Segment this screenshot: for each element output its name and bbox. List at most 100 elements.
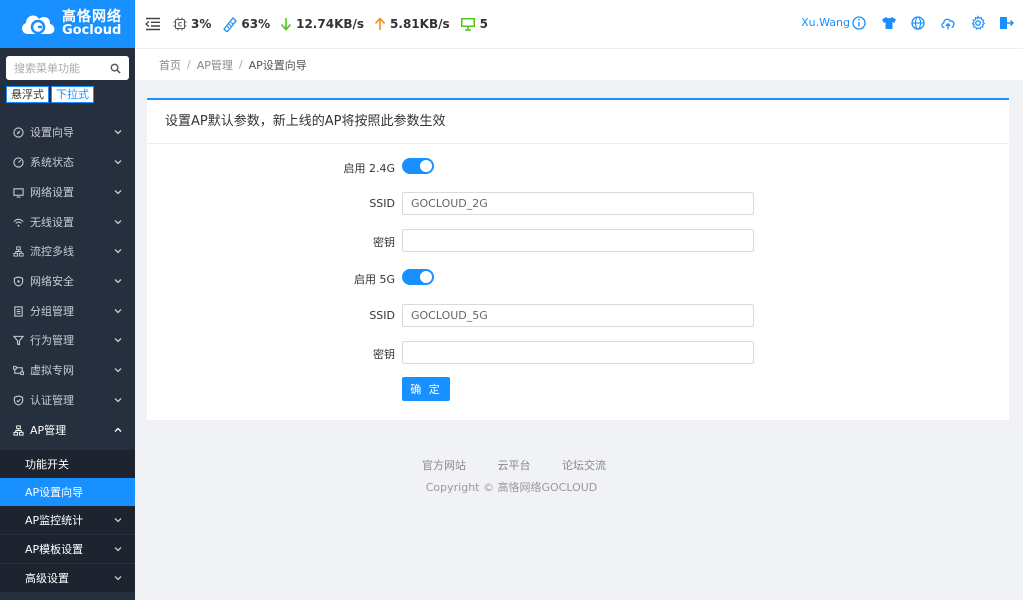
breadcrumb: 首页 / AP管理 / AP设置向导	[135, 48, 1023, 80]
menu-mode-switch: 悬浮式 下拉式	[6, 86, 135, 103]
sidebar-item-group-management[interactable]: 分组管理	[0, 296, 135, 326]
sidebar-item-system-status[interactable]: 系统状态	[0, 147, 135, 177]
breadcrumb-home[interactable]: 首页	[159, 57, 181, 73]
footer-links: 官方网站 云平台 论坛交流	[135, 457, 893, 473]
sitemap-icon	[12, 424, 24, 436]
sidebar-item-behavior-management[interactable]: 行为管理	[0, 325, 135, 355]
toggle-knob	[420, 271, 432, 283]
chevron-up-icon	[114, 427, 122, 432]
mode-dropdown[interactable]: 下拉式	[51, 86, 94, 103]
tshirt-icon[interactable]	[881, 15, 897, 31]
footer-link-forum[interactable]: 论坛交流	[562, 459, 606, 472]
sidebar-item-label: 无线设置	[30, 216, 74, 229]
sidebar-subitem-advanced[interactable]: 高级设置	[0, 564, 135, 592]
sidebar-item-label: 设置向导	[30, 126, 74, 139]
key-24g-input[interactable]	[402, 229, 754, 252]
search-icon[interactable]	[110, 63, 121, 74]
cpu-icon: C	[173, 17, 187, 31]
confirm-button[interactable]: 确 定	[402, 377, 450, 401]
memory-value: 63%	[241, 17, 271, 31]
sidebar-item-ap-management[interactable]: AP管理	[0, 415, 135, 445]
cpu-usage: C 3%	[173, 17, 211, 31]
breadcrumb-separator: /	[238, 58, 243, 71]
chevron-down-icon	[114, 249, 122, 254]
brand-logo[interactable]: 高恪网络 Gocloud	[0, 0, 135, 48]
sidebar-subitem-ap-template[interactable]: AP模板设置	[0, 535, 135, 563]
terminal-value: 5	[479, 17, 488, 31]
sidebar-subitem-ap-monitor[interactable]: AP监控统计	[0, 506, 135, 534]
sidebar-item-label: 网络设置	[30, 186, 74, 199]
ssid-5g-input[interactable]	[402, 304, 754, 327]
memory-usage: 63%	[221, 16, 270, 32]
chevron-down-icon	[114, 368, 122, 373]
sidebar-item-label: 系统状态	[30, 156, 74, 169]
breadcrumb-separator: /	[187, 58, 191, 71]
chevron-down-icon	[114, 576, 122, 581]
mode-floating[interactable]: 悬浮式	[6, 86, 49, 103]
gocloud-logo-icon	[22, 15, 55, 35]
cloud-upload-icon[interactable]	[940, 15, 956, 31]
sidebar-item-wireless[interactable]: 无线设置	[0, 207, 135, 237]
sidebar-item-flow-control[interactable]: 流控多线	[0, 236, 135, 266]
chevron-down-icon	[114, 518, 122, 523]
monitor-icon	[460, 18, 475, 31]
footer-link-official-site[interactable]: 官方网站	[422, 459, 466, 472]
sidebar-item-auth-management[interactable]: 认证管理	[0, 385, 135, 415]
chevron-down-icon	[114, 130, 122, 135]
sidebar-subitem-function-switch[interactable]: 功能开关	[0, 450, 135, 478]
sidebar-item-label: 分组管理	[30, 305, 74, 318]
shield-icon	[12, 275, 24, 287]
filter-icon	[12, 334, 24, 346]
menu-collapse-icon[interactable]	[145, 17, 161, 31]
arrow-down-icon	[281, 18, 292, 31]
upload-value: 5.81KB/s	[390, 17, 450, 31]
enable-5g-toggle[interactable]	[402, 269, 434, 285]
sidebar-item-vpn[interactable]: 虚拟专网	[0, 355, 135, 385]
user-name[interactable]: Xu.Wang	[801, 16, 850, 29]
logout-icon[interactable]	[998, 15, 1014, 31]
ap-default-settings-card: 设置AP默认参数，新上线的AP将按照此参数生效 启用 2.4G SSID 密钥 …	[147, 98, 1009, 420]
chevron-down-icon	[114, 309, 122, 314]
sidebar-subitem-ap-wizard[interactable]: AP设置向导	[0, 478, 135, 506]
menu-search-input[interactable]	[14, 61, 104, 75]
arrow-up-icon	[374, 17, 386, 30]
sidebar-item-label: 行为管理	[30, 334, 74, 347]
compass-icon	[12, 126, 24, 138]
chevron-down-icon	[114, 547, 122, 552]
chevron-down-icon	[114, 338, 122, 343]
chevron-down-icon	[114, 220, 122, 225]
memory-icon	[223, 17, 238, 32]
shield-check-icon	[12, 394, 24, 406]
sidebar-item-label: 网络安全	[30, 275, 74, 288]
ssid-24g-input[interactable]	[402, 192, 754, 215]
upload-speed: 5.81KB/s	[374, 17, 450, 31]
download-value: 12.74KB/s	[296, 17, 365, 31]
footer-link-cloud-platform[interactable]: 云平台	[498, 459, 531, 472]
vpn-icon	[12, 364, 24, 376]
sidebar-item-setup-wizard[interactable]: 设置向导	[0, 117, 135, 147]
copyright: Copyright © 高恪网络GOCLOUD	[425, 481, 598, 494]
key-5g-label: 密钥	[373, 348, 395, 361]
sidebar-subitem-label: AP监控统计	[25, 514, 84, 527]
key-5g-input[interactable]	[402, 341, 754, 364]
sidebar-subitem-label: AP设置向导	[25, 486, 84, 499]
breadcrumb-ap-management[interactable]: AP管理	[197, 57, 233, 73]
gear-icon[interactable]	[970, 15, 986, 31]
breadcrumb-current: AP设置向导	[248, 58, 307, 72]
info-icon[interactable]	[851, 15, 867, 31]
enable-5g-label: 启用 5G	[353, 273, 395, 286]
sidebar-item-network-settings[interactable]: 网络设置	[0, 177, 135, 207]
globe-icon[interactable]	[910, 15, 926, 31]
toggle-knob	[420, 160, 432, 172]
terminal-count: 5	[460, 17, 488, 31]
menu-search	[6, 56, 129, 80]
enable-24g-toggle[interactable]	[402, 158, 434, 174]
key-24g-label: 密钥	[373, 236, 395, 249]
sidebar-item-label: AP管理	[30, 424, 67, 437]
cpu-value: 3%	[191, 17, 212, 31]
enable-24g-label: 启用 2.4G	[343, 162, 395, 175]
sidebar-item-network-security[interactable]: 网络安全	[0, 266, 135, 296]
sidebar-subitem-label: AP模板设置	[25, 543, 84, 556]
network-icon	[12, 245, 24, 257]
sidebar-item-label: 虚拟专网	[30, 364, 74, 377]
